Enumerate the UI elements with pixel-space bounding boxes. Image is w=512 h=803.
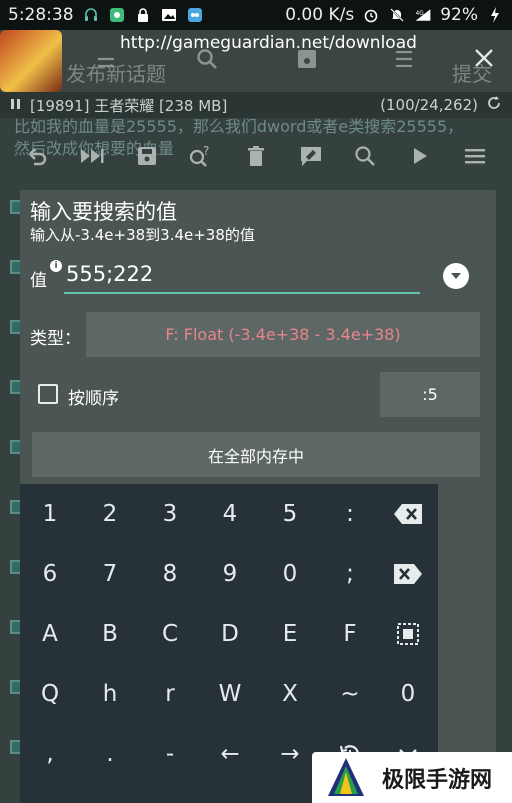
- type-select[interactable]: F: Float (-3.4e+38 - 3.4e+38): [86, 312, 480, 357]
- dialog-title: 输入要搜索的值: [30, 200, 177, 224]
- svg-text:?: ?: [203, 144, 209, 158]
- value-label: 值: [30, 271, 47, 291]
- game-avatar-icon[interactable]: [0, 30, 62, 92]
- close-icon[interactable]: [474, 48, 494, 74]
- key-7[interactable]: 7: [80, 544, 140, 604]
- headset-icon: [82, 6, 100, 24]
- watermark-text: 极限手游网: [382, 767, 493, 793]
- order-checkbox[interactable]: [38, 384, 58, 404]
- order-range-field[interactable]: :5: [380, 372, 480, 417]
- info-icon[interactable]: i: [50, 260, 62, 272]
- lock-icon: [134, 6, 152, 24]
- dialog-subtitle: 输入从-3.4e+38到3.4e+38的值: [30, 226, 255, 244]
- mute-icon: [388, 6, 406, 24]
- type-label: 类型：: [30, 329, 81, 349]
- search-tool-icon[interactable]: [345, 136, 385, 176]
- alarm-icon: [362, 6, 380, 24]
- key-r[interactable]: r: [140, 664, 200, 724]
- download-url: http://gameguardian.net/download: [120, 33, 417, 53]
- chevron-down-icon: [451, 273, 461, 279]
- clear-icon: [394, 564, 422, 584]
- undo-icon[interactable]: [17, 136, 57, 176]
- play-icon[interactable]: [400, 136, 440, 176]
- refresh-icon[interactable]: [486, 95, 502, 115]
- key-6[interactable]: 6: [20, 544, 80, 604]
- right-arrow-key[interactable]: →: [260, 724, 320, 784]
- key-comma[interactable]: ,: [20, 724, 80, 784]
- value-input[interactable]: [64, 256, 420, 294]
- key-a[interactable]: A: [20, 604, 80, 664]
- page-title: 发布新话题: [66, 62, 166, 86]
- pause-icon[interactable]: [10, 96, 22, 114]
- sliders-icon[interactable]: ⚌: [96, 48, 116, 73]
- charging-icon: [486, 6, 504, 24]
- edit-icon[interactable]: [291, 136, 331, 176]
- app-notification-icon: [108, 6, 126, 24]
- result-count: (100/24,262): [380, 96, 478, 114]
- key-2[interactable]: 2: [80, 484, 140, 544]
- key-colon[interactable]: :: [320, 484, 380, 544]
- key-3[interactable]: 3: [140, 484, 200, 544]
- key-x[interactable]: X: [260, 664, 320, 724]
- delete-icon[interactable]: [236, 136, 276, 176]
- key-8[interactable]: 8: [140, 544, 200, 604]
- save-list-icon[interactable]: [127, 136, 167, 176]
- key-c[interactable]: C: [140, 604, 200, 664]
- signal-icon: 4G: [414, 6, 432, 24]
- site-watermark: 极限手游网: [312, 752, 512, 803]
- key-zero-alt[interactable]: 0: [378, 664, 438, 724]
- key-q[interactable]: Q: [20, 664, 80, 724]
- key-9[interactable]: 9: [200, 544, 260, 604]
- network-speed: 0.00 K/s: [285, 5, 355, 25]
- toolbar: ?: [0, 126, 512, 186]
- history-dropdown-button[interactable]: [443, 263, 469, 289]
- process-name: [19891] 王者荣耀 [238 MB]: [30, 96, 228, 115]
- status-bar: 5:28:38 0.00 K/s 4G 92%: [0, 0, 512, 30]
- image-icon: [160, 6, 178, 24]
- process-bar[interactable]: [19891] 王者荣耀 [238 MB] (100/24,262): [0, 92, 512, 118]
- key-minus[interactable]: -: [140, 724, 200, 784]
- key-e[interactable]: E: [260, 604, 320, 664]
- key-1[interactable]: 1: [20, 484, 80, 544]
- game-icon: [186, 6, 204, 24]
- key-f[interactable]: F: [320, 604, 380, 664]
- svg-text:4G: 4G: [416, 11, 424, 17]
- backspace-key[interactable]: [378, 484, 438, 544]
- battery-level: 92%: [440, 5, 478, 25]
- key-0[interactable]: 0: [260, 544, 320, 604]
- backspace-icon: [394, 504, 422, 524]
- select-all-key[interactable]: [378, 604, 438, 664]
- fast-forward-icon[interactable]: [72, 136, 112, 176]
- search-all-memory-button[interactable]: 在全部内存中: [32, 432, 480, 477]
- key-tilde[interactable]: ~: [320, 664, 380, 724]
- status-time: 5:28:38: [8, 5, 74, 25]
- key-5[interactable]: 5: [260, 484, 320, 544]
- key-4[interactable]: 4: [200, 484, 260, 544]
- menu-icon[interactable]: [455, 136, 495, 176]
- search-unknown-icon[interactable]: ?: [181, 136, 221, 176]
- key-semicolon[interactable]: ;: [320, 544, 380, 604]
- select-all-icon: [397, 623, 419, 645]
- key-period[interactable]: .: [80, 724, 140, 784]
- watermark-logo-icon: [328, 757, 364, 796]
- order-label: 按顺序: [68, 389, 119, 409]
- left-arrow-key[interactable]: ←: [200, 724, 260, 784]
- key-d[interactable]: D: [200, 604, 260, 664]
- key-h[interactable]: h: [80, 664, 140, 724]
- key-b[interactable]: B: [80, 604, 140, 664]
- key-w[interactable]: W: [200, 664, 260, 724]
- clear-key[interactable]: [378, 544, 438, 604]
